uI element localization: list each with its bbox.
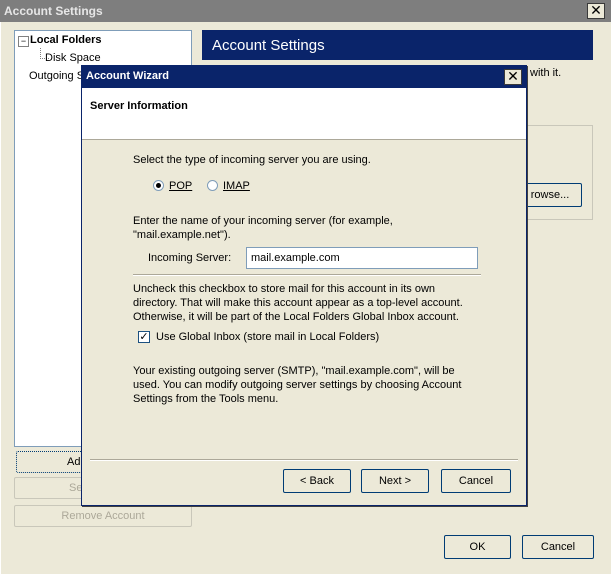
server-type-prompt: Select the type of incoming server you a… [133, 154, 371, 166]
radio-pop-label[interactable]: POP [169, 179, 192, 193]
tree-item-outgoing-server[interactable]: Outgoing S [29, 70, 84, 82]
button-separator [90, 459, 518, 461]
wizard-titlebar: Account Wizard [82, 66, 526, 88]
tree-item-disk-space[interactable]: Disk Space [45, 52, 101, 64]
radio-imap-label[interactable]: IMAP [223, 179, 250, 193]
tree-item-local-folders[interactable]: Local Folders [30, 34, 102, 46]
window-close-button[interactable]: ✕ [587, 3, 605, 19]
smtp-info-line2: used. You can modify outgoing server set… [133, 379, 462, 391]
panel-header: Account Settings [202, 30, 593, 60]
wizard-close-button[interactable]: ✕ [504, 69, 522, 85]
incoming-server-input[interactable] [246, 247, 478, 269]
smtp-info-line3: Settings from the Tools menu. [133, 393, 279, 405]
wizard-page-title: Server Information [90, 100, 188, 112]
radio-pop[interactable] [153, 180, 164, 191]
global-inbox-label[interactable]: Use Global Inbox (store mail in Local Fo… [156, 330, 379, 344]
collapse-icon[interactable]: − [18, 36, 29, 47]
browse-button[interactable]: rowse... [519, 183, 582, 207]
smtp-info-line1: Your existing outgoing server (SMTP), "m… [133, 365, 455, 377]
back-button[interactable]: < Back [283, 469, 351, 493]
wizard-title: Account Wizard [86, 70, 170, 82]
check-icon: ✓ [139, 331, 149, 343]
server-name-prompt-line1: Enter the name of your incoming server (… [133, 215, 393, 227]
server-name-prompt-line2: "mail.example.net"). [133, 229, 231, 241]
close-icon: ✕ [507, 68, 519, 84]
panel-partial-text: with it. [530, 67, 562, 79]
global-inbox-help-line3: Otherwise, it will be part of the Local … [133, 311, 459, 323]
global-inbox-help-line2: directory. That will make this account a… [133, 297, 463, 309]
account-wizard-dialog: Account Wizard ✕ Server Information Sele… [81, 65, 527, 506]
incoming-server-label: Incoming Server: [148, 252, 232, 264]
wizard-header: Server Information [82, 88, 526, 140]
radio-imap[interactable] [207, 180, 218, 191]
window-title: Account Settings [4, 4, 103, 18]
global-inbox-checkbox[interactable]: ✓ [138, 331, 150, 343]
cancel-button[interactable]: Cancel [522, 535, 594, 559]
ok-button[interactable]: OK [444, 535, 511, 559]
window-titlebar: Account Settings [0, 0, 611, 22]
separator [133, 274, 481, 276]
remove-account-button[interactable]: Remove Account [14, 505, 192, 527]
global-inbox-help-line1: Uncheck this checkbox to store mail for … [133, 283, 436, 295]
panel-title: Account Settings [212, 37, 325, 54]
close-icon: ✕ [590, 2, 602, 18]
wizard-cancel-button[interactable]: Cancel [441, 469, 511, 493]
next-button[interactable]: Next > [361, 469, 429, 493]
